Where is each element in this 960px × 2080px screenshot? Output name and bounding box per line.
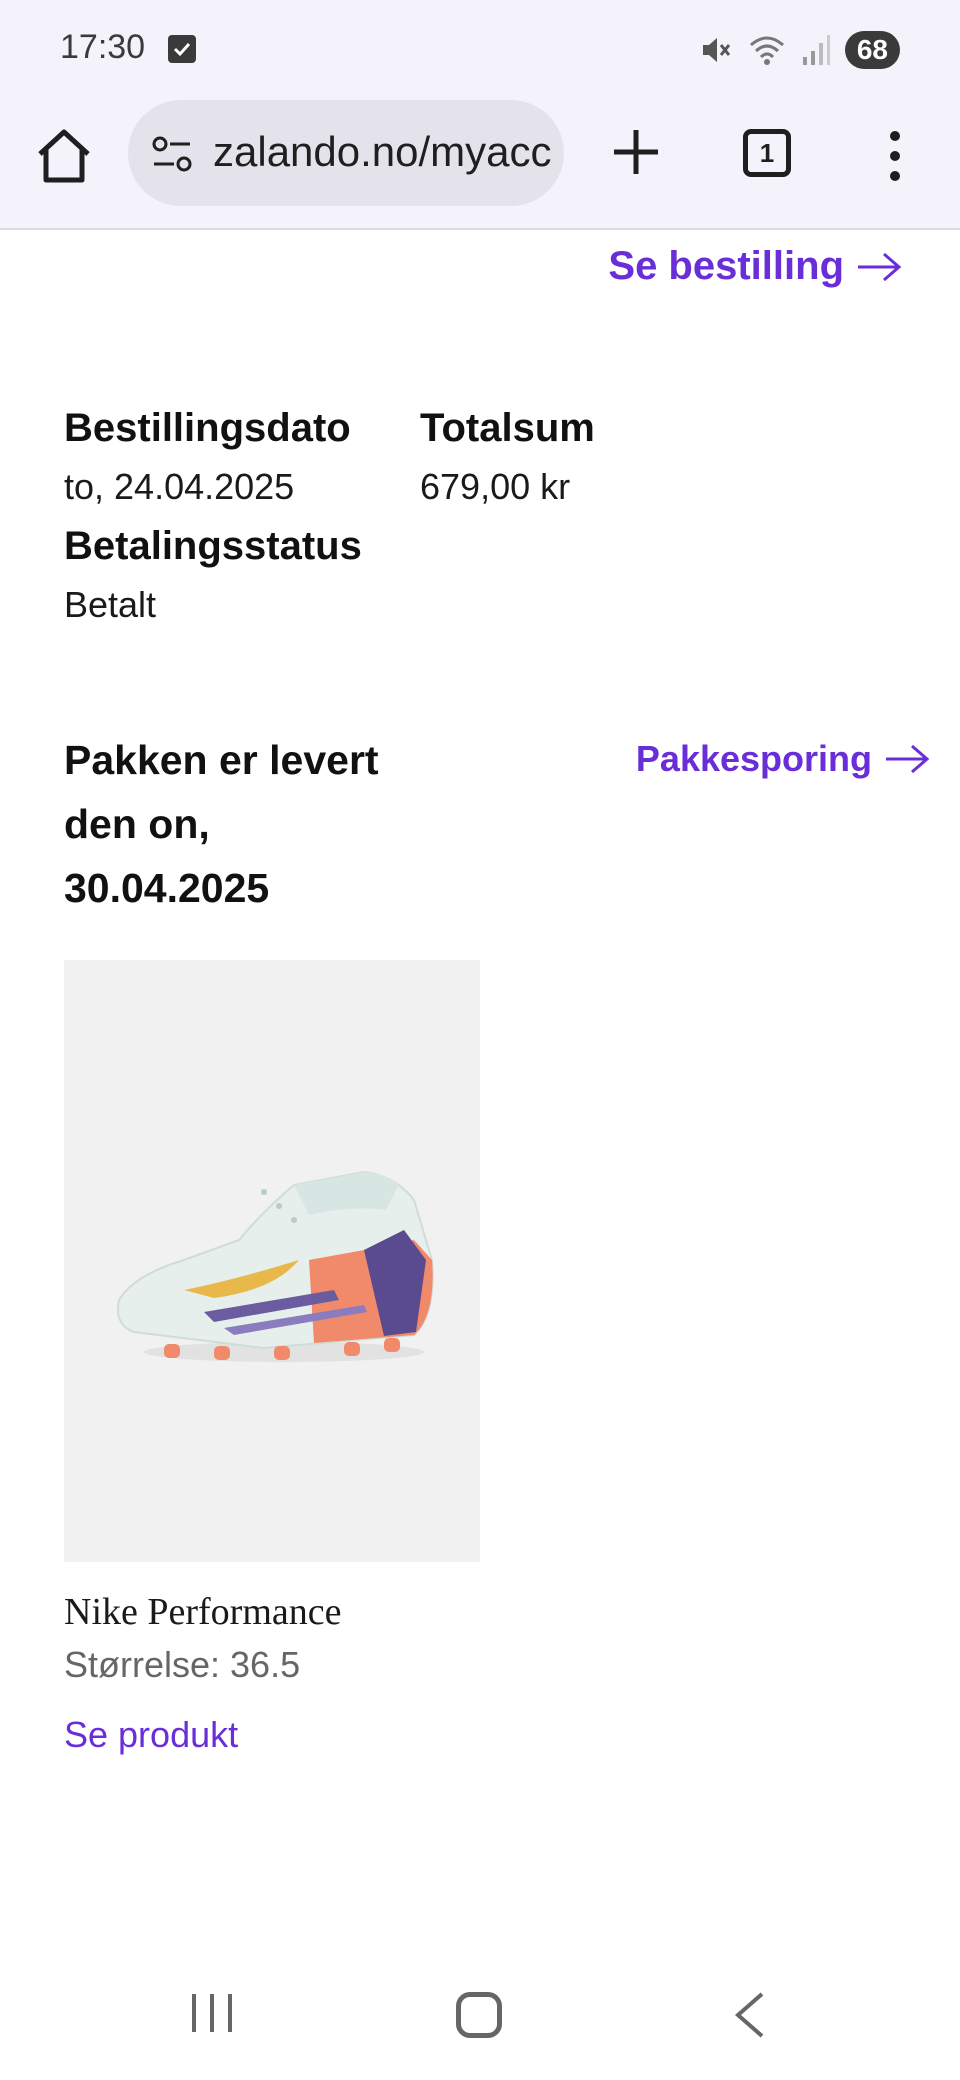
battery-indicator: 68 bbox=[844, 31, 900, 69]
package-tracking-link[interactable]: Pakkesporing bbox=[636, 738, 930, 780]
home-icon[interactable] bbox=[32, 124, 96, 188]
wifi-icon bbox=[749, 36, 784, 65]
url-text[interactable]: zalando.no/myaccount bbox=[213, 128, 553, 176]
order-date-value: to, 24.04.2025 bbox=[64, 466, 295, 507]
see-order-link[interactable]: Se bestilling bbox=[608, 244, 902, 289]
status-time: 17:30 bbox=[60, 28, 146, 66]
status-bar: 17:30 68 bbox=[0, 0, 960, 100]
more-menu-icon[interactable] bbox=[880, 128, 910, 184]
see-order-label: Se bestilling bbox=[608, 244, 844, 288]
tab-switcher-button[interactable]: 1 bbox=[743, 129, 791, 177]
arrow-right-icon bbox=[886, 744, 930, 774]
back-icon[interactable] bbox=[730, 1990, 770, 2040]
order-date-label: Bestillingsdato bbox=[64, 406, 351, 450]
see-product-link[interactable]: Se produkt bbox=[64, 1714, 238, 1756]
new-tab-icon[interactable] bbox=[608, 124, 664, 180]
mute-icon bbox=[702, 38, 731, 62]
status-icons: 68 bbox=[699, 30, 900, 70]
product-size: Størrelse: 36.5 bbox=[64, 1644, 301, 1685]
signal-icon bbox=[802, 35, 830, 65]
payment-status-value: Betalt bbox=[64, 584, 157, 625]
tracking-label: Pakkesporing bbox=[635, 738, 872, 779]
delivery-status: Pakken er levert den on, 30.04.2025 bbox=[64, 737, 379, 911]
home-nav-icon[interactable] bbox=[456, 1992, 502, 2038]
total-label: Totalsum bbox=[420, 406, 595, 450]
system-nav-bar bbox=[0, 1960, 960, 2080]
arrow-right-icon bbox=[858, 252, 902, 281]
address-bar[interactable]: zalando.no/myaccount bbox=[128, 100, 564, 206]
total-value: 679,00 kr bbox=[420, 466, 571, 507]
football-boot-image bbox=[117, 1170, 434, 1362]
product-brand: Nike Performance bbox=[64, 1591, 342, 1633]
site-settings-icon[interactable] bbox=[150, 132, 194, 176]
product-image[interactable] bbox=[64, 960, 480, 1562]
checkbox-notification-icon bbox=[168, 35, 196, 63]
payment-status-label: Betalingsstatus bbox=[64, 524, 362, 568]
recent-apps-icon[interactable] bbox=[190, 1990, 234, 2036]
